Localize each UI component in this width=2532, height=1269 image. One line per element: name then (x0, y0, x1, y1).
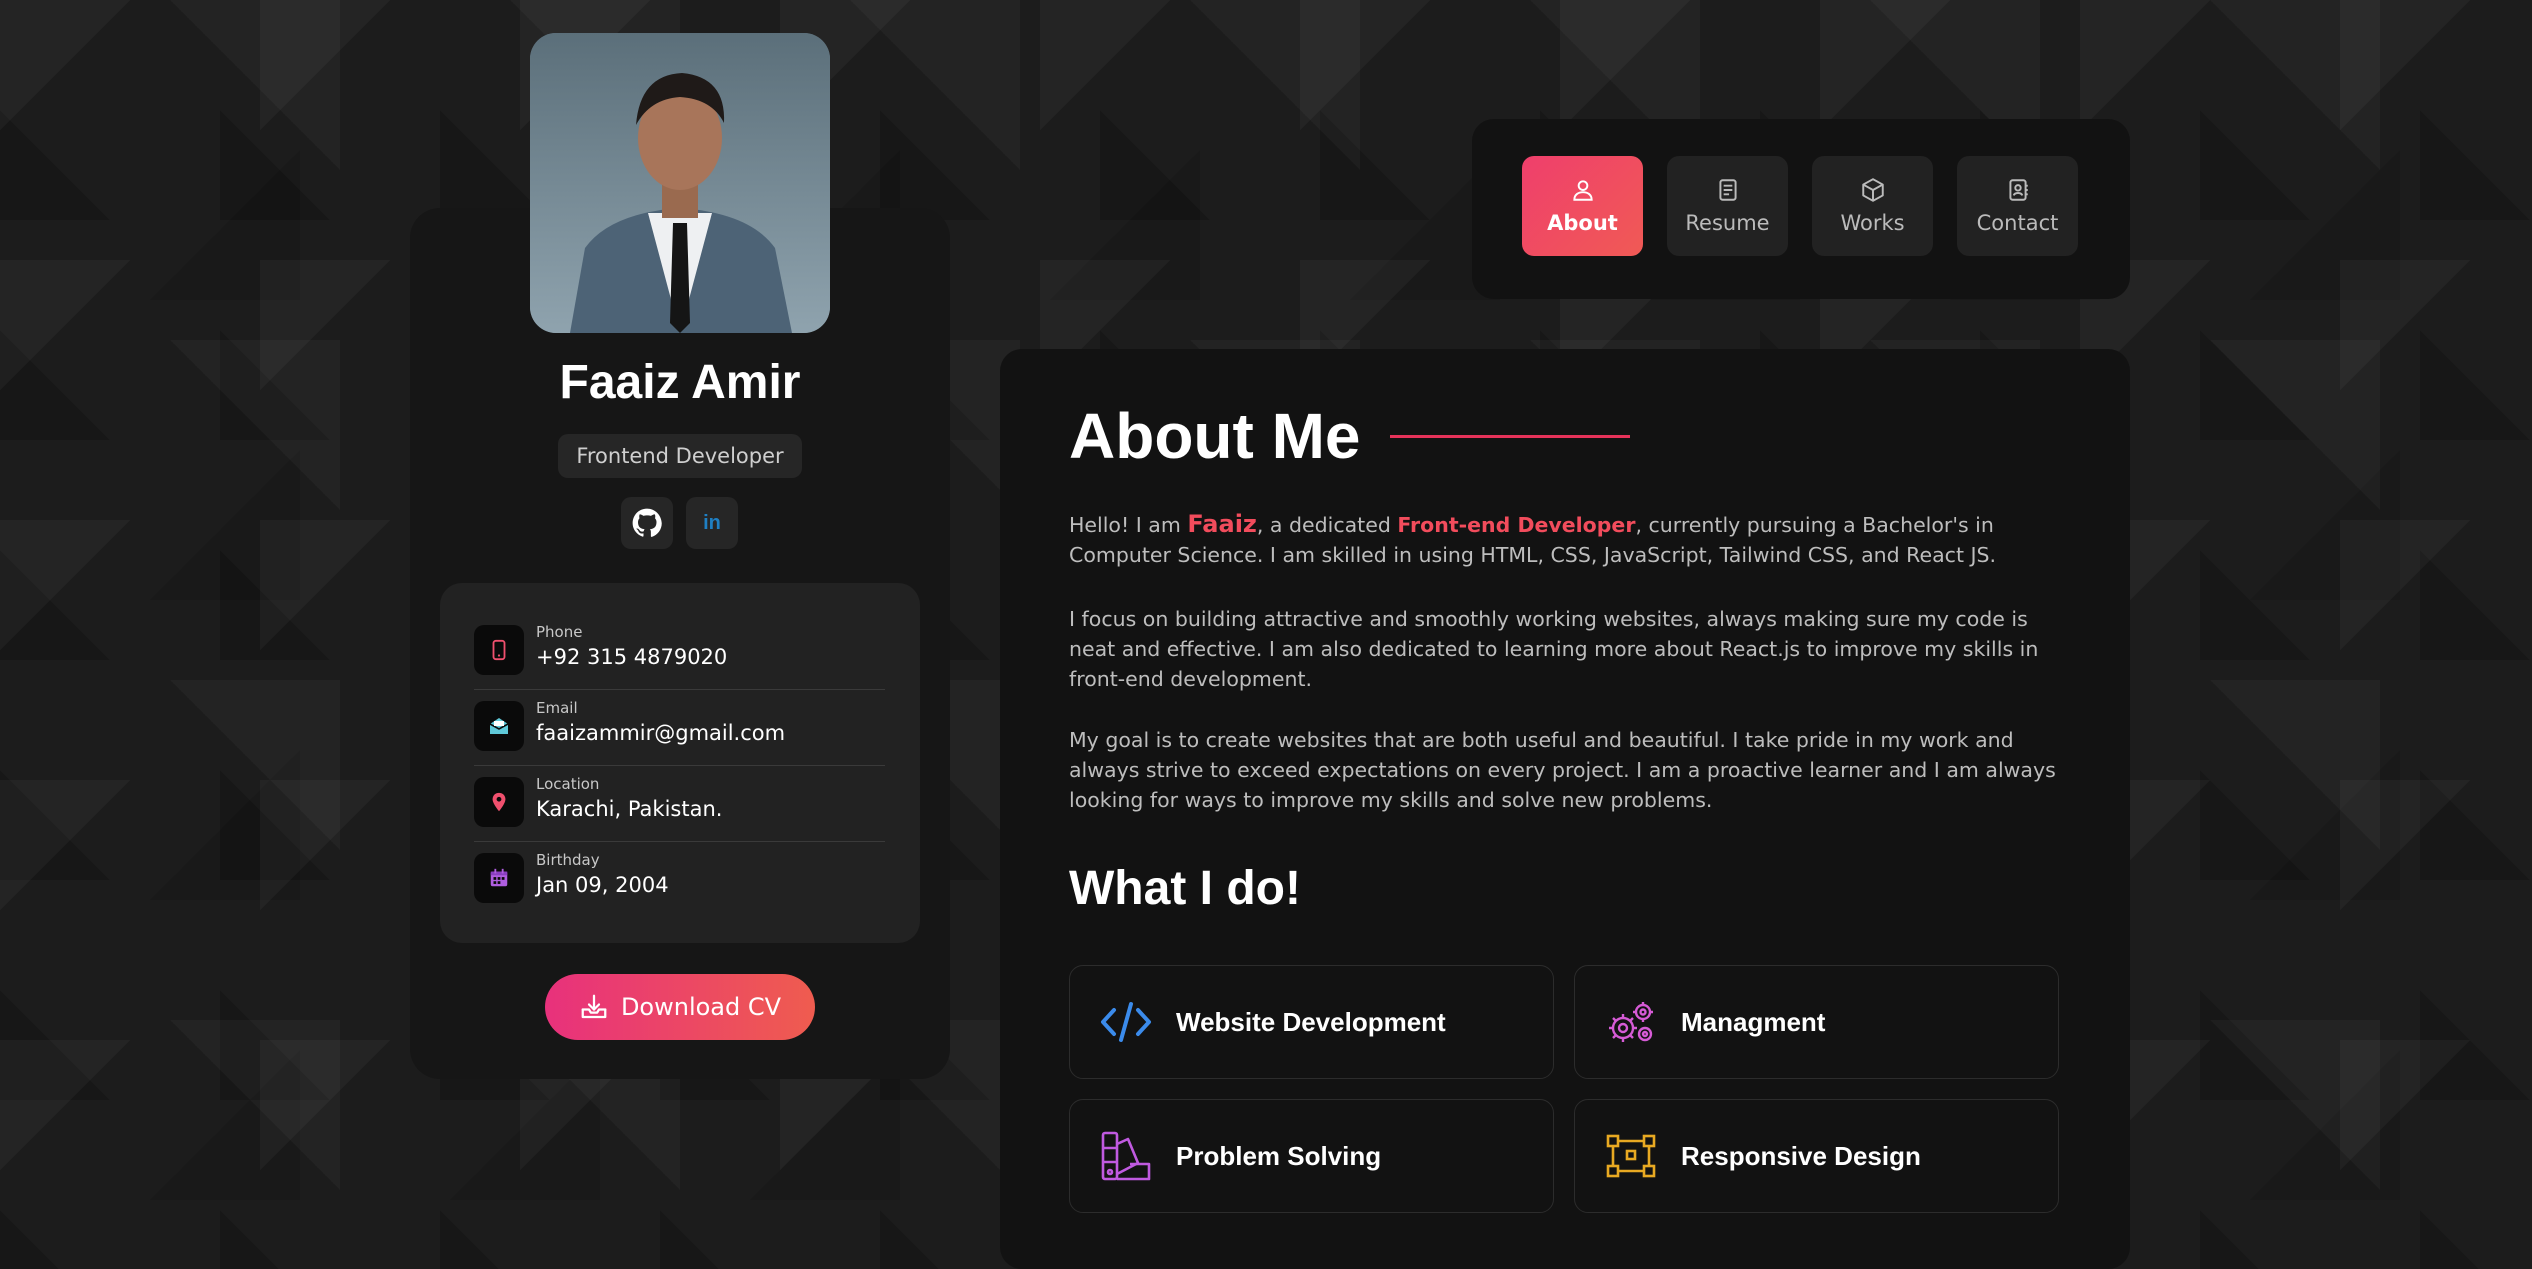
code-icon (1098, 994, 1154, 1050)
nav-tab-label: Contact (1976, 211, 2059, 235)
about-paragraph-3: My goal is to create websites that are b… (1069, 728, 2056, 812)
nav-tab-works[interactable]: Works (1812, 156, 1933, 256)
location-pin-icon (474, 777, 524, 827)
contact-info-panel: Phone +92 315 4879020 Email faaizammir@g… (440, 583, 920, 943)
nav-tab-resume[interactable]: Resume (1667, 156, 1788, 256)
contact-row-phone: Phone +92 315 4879020 (474, 613, 885, 690)
nav-tab-contact[interactable]: Contact (1957, 156, 2078, 256)
contact-value[interactable]: +92 315 4879020 (536, 645, 727, 669)
profile-role-badge: Frontend Developer (558, 434, 802, 478)
service-label: Problem Solving (1176, 1140, 1382, 1171)
about-paragraph-1: Hello! I am Faaiz, a dedicated Front-end… (1069, 509, 2069, 570)
nav-tab-label: About (1547, 211, 1618, 235)
highlight-role: Front-end Developer (1397, 513, 1636, 537)
about-text: , a dedicated (1256, 513, 1398, 537)
calendar-icon (474, 853, 524, 903)
github-icon (632, 508, 662, 537)
vector-frame-icon (1603, 1128, 1659, 1184)
swatches-icon (1098, 1128, 1154, 1184)
about-paragraph-2: I focus on building attractive and smoot… (1069, 607, 2039, 691)
github-link[interactable] (621, 497, 673, 549)
profile-name: Faaiz Amir (559, 356, 801, 409)
phone-icon (474, 625, 524, 675)
contact-row-email: Email faaizammir@gmail.com (474, 689, 885, 766)
about-text: Hello! I am (1069, 513, 1188, 537)
about-panel: About Me Hello! I am Faaiz, a dedicated … (1000, 349, 2130, 1269)
mail-icon (474, 701, 524, 751)
nav-tab-label: Resume (1685, 211, 1770, 235)
download-icon (581, 994, 607, 1019)
service-label: Responsive Design (1681, 1140, 1921, 1171)
main-nav: About Resume Works Contact (1472, 119, 2130, 299)
highlight-name: Faaiz (1187, 510, 1257, 538)
linkedin-icon: in (703, 511, 721, 534)
service-card-website-development: Website Development (1069, 965, 1554, 1079)
contact-label: Location (536, 775, 600, 793)
gears-icon (1603, 994, 1659, 1050)
contact-row-birthday: Birthday Jan 09, 2004 (474, 841, 885, 917)
about-title: About Me (1069, 400, 1361, 472)
service-card-responsive-design: Responsive Design (1574, 1099, 2059, 1213)
download-cv-button[interactable]: Download CV (545, 974, 815, 1040)
cube-icon (1861, 178, 1884, 202)
service-card-managment: Managment (1574, 965, 2059, 1079)
services-title: What I do! (1069, 862, 1301, 915)
contact-label: Phone (536, 623, 583, 641)
nav-tab-label: Works (1840, 211, 1905, 235)
profile-photo (530, 33, 830, 333)
contact-value: Jan 09, 2004 (536, 873, 669, 897)
contact-row-location: Location Karachi, Pakistan. (474, 765, 885, 842)
nav-tab-about[interactable]: About (1522, 156, 1643, 256)
service-label: Managment (1681, 1006, 1826, 1037)
service-card-problem-solving: Problem Solving (1069, 1099, 1554, 1213)
contact-value: Karachi, Pakistan. (536, 797, 723, 821)
linkedin-link[interactable]: in (686, 497, 738, 549)
contact-value[interactable]: faaizammir@gmail.com (536, 721, 785, 745)
service-label: Website Development (1176, 1006, 1446, 1037)
address-book-icon (2008, 179, 2028, 201)
user-icon (1572, 180, 1593, 201)
contact-label: Email (536, 699, 578, 717)
document-icon (1718, 179, 1737, 201)
contact-label: Birthday (536, 851, 600, 869)
title-underline (1390, 435, 1630, 438)
download-cv-label: Download CV (620, 993, 782, 1021)
